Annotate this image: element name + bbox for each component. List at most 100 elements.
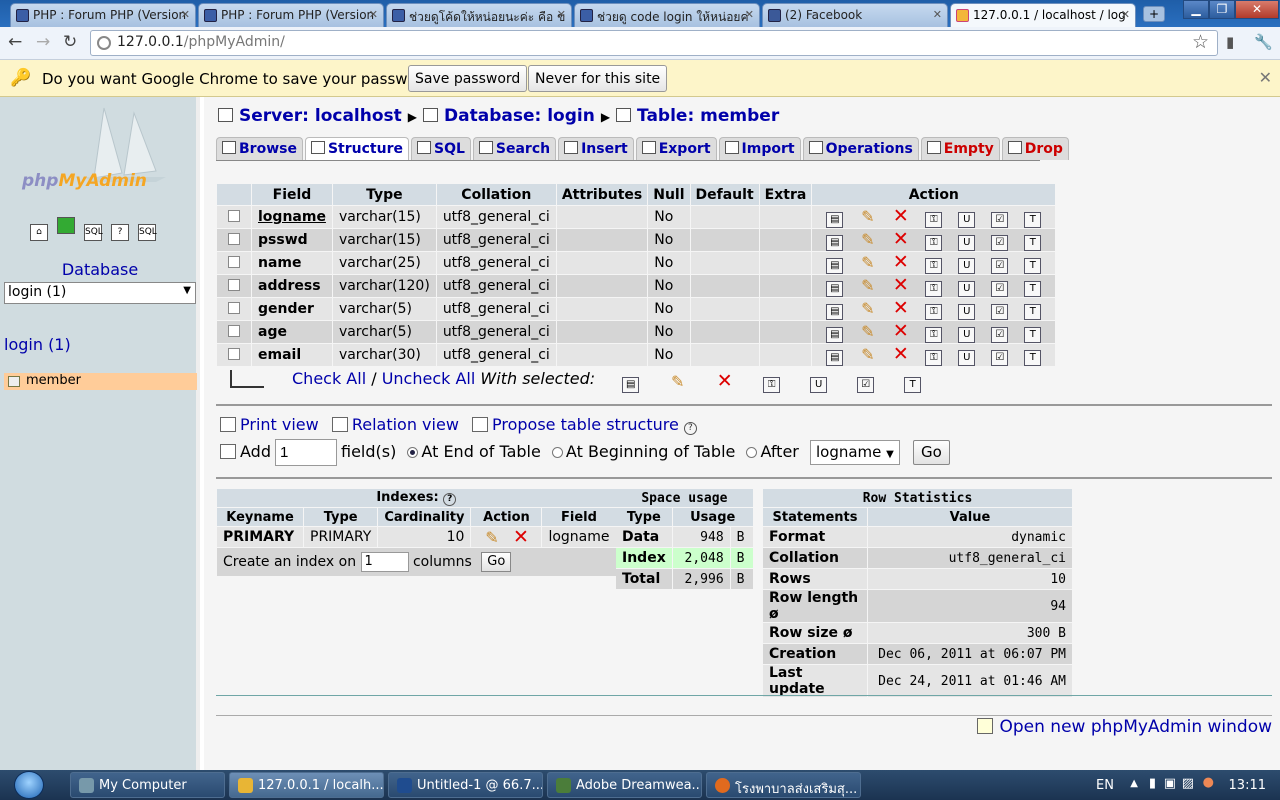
delete-icon[interactable]: ✕ xyxy=(892,229,909,248)
sql-query-icon[interactable]: SQL xyxy=(84,224,103,241)
start-button[interactable] xyxy=(14,771,44,799)
edit-icon[interactable]: ✎ xyxy=(859,208,876,226)
primary-icon[interactable]: ⚿ xyxy=(925,257,943,274)
index-columns-input[interactable]: 1 xyxy=(360,552,409,572)
tab-operations[interactable]: Operations xyxy=(802,137,919,160)
row-checkbox[interactable] xyxy=(228,348,240,360)
language-indicator[interactable]: EN xyxy=(1096,778,1114,793)
primary-icon[interactable]: ⚿ xyxy=(925,349,943,366)
index-icon[interactable]: ☑ xyxy=(991,280,1009,297)
index-icon[interactable]: ☑ xyxy=(991,349,1009,366)
network-icon[interactable]: ▣ xyxy=(1164,776,1176,791)
tab-drop[interactable]: Drop xyxy=(1001,137,1069,160)
browser-tab-2[interactable]: PHP : Forum PHP (Version ✕ xyxy=(198,3,384,27)
check-all-link[interactable]: Check All xyxy=(292,369,366,388)
unique-icon[interactable]: U xyxy=(810,377,828,393)
delete-icon[interactable]: ✕ xyxy=(716,372,733,391)
browser-tab-3[interactable]: ช่วยดูโค้ดให้หน่อยนะค่ะ คือ ข ✕ xyxy=(386,3,572,27)
unique-icon[interactable]: U xyxy=(958,303,976,320)
taskbar-item-dreamweaver[interactable]: Adobe Dreamwea... xyxy=(547,772,702,798)
fulltext-icon[interactable]: T xyxy=(1024,303,1042,320)
unique-icon[interactable]: U xyxy=(958,326,976,343)
after-field-select[interactable]: logname ▼ xyxy=(809,440,900,465)
at-end-radio[interactable] xyxy=(407,447,419,458)
create-index-go-button[interactable]: Go xyxy=(481,552,512,572)
browse-icon[interactable]: ▤ xyxy=(826,234,844,251)
edit-icon[interactable]: ✎ xyxy=(859,323,876,341)
row-checkbox[interactable] xyxy=(228,210,240,222)
tab-empty[interactable]: Empty xyxy=(920,137,1000,160)
close-icon[interactable]: ✕ xyxy=(745,8,754,21)
delete-icon[interactable]: ✕ xyxy=(892,206,909,225)
add-fields-go-button[interactable]: Go xyxy=(912,440,950,465)
taskbar-item-my-computer[interactable]: My Computer xyxy=(70,772,225,798)
save-password-button[interactable]: Save password xyxy=(408,65,528,92)
bookmark-star-icon[interactable]: ☆ xyxy=(1192,31,1209,53)
after-radio[interactable] xyxy=(746,447,758,458)
browser-tab-1[interactable]: PHP : Forum PHP (Version ✕ xyxy=(10,3,196,27)
primary-icon[interactable]: ⚿ xyxy=(763,377,781,393)
help-icon[interactable]: ? xyxy=(443,493,457,506)
tab-insert[interactable]: Insert xyxy=(558,137,634,160)
edit-icon[interactable]: ✎ xyxy=(859,254,876,272)
close-icon[interactable]: ✕ xyxy=(181,8,190,21)
edit-icon[interactable]: ✎ xyxy=(859,231,876,249)
wrench-icon[interactable]: 🔧 xyxy=(1254,33,1273,51)
tab-export[interactable]: Export xyxy=(635,137,717,160)
sql-docs-icon[interactable]: SQL xyxy=(138,224,157,241)
field-name[interactable]: logname xyxy=(258,209,326,225)
row-checkbox[interactable] xyxy=(228,256,240,268)
browse-icon[interactable]: ▤ xyxy=(622,377,640,393)
home-icon[interactable]: ⌂ xyxy=(30,224,48,241)
delete-icon[interactable]: ✕ xyxy=(892,321,909,340)
index-icon[interactable]: ☑ xyxy=(991,211,1009,228)
back-icon[interactable]: ← xyxy=(8,32,22,52)
index-icon[interactable]: ☑ xyxy=(857,377,875,393)
row-checkbox[interactable] xyxy=(228,302,240,314)
field-name[interactable]: psswd xyxy=(258,232,308,248)
field-name[interactable]: address xyxy=(258,278,321,294)
taskbar-item-chrome[interactable]: 127.0.0.1 / localh... xyxy=(229,772,384,798)
tab-sql[interactable]: SQL xyxy=(410,137,471,160)
primary-icon[interactable]: ⚿ xyxy=(925,326,943,343)
delete-icon[interactable]: ✕ xyxy=(892,298,909,317)
primary-icon[interactable]: ⚿ xyxy=(925,234,943,251)
signal-icon[interactable]: ▮ xyxy=(1226,33,1234,51)
edit-icon[interactable]: ✎ xyxy=(669,374,686,391)
never-save-button[interactable]: Never for this site xyxy=(528,65,668,92)
edit-icon[interactable]: ✎ xyxy=(859,346,876,364)
breadcrumb-server[interactable]: Server: localhost xyxy=(239,106,402,126)
unique-icon[interactable]: U xyxy=(958,257,976,274)
browse-icon[interactable]: ▤ xyxy=(826,303,844,320)
breadcrumb-table[interactable]: Table: member xyxy=(637,106,779,126)
taskbar-item-firefox[interactable]: โรงพาบาลส่งเสริมสุ... xyxy=(706,772,861,798)
clock[interactable]: 13:11 xyxy=(1229,778,1266,793)
edit-icon[interactable]: ✎ xyxy=(859,300,876,318)
sidebar-item-member[interactable]: member xyxy=(4,373,197,390)
unique-icon[interactable]: U xyxy=(958,349,976,366)
at-beginning-radio[interactable] xyxy=(551,447,563,458)
primary-icon[interactable]: ⚿ xyxy=(925,211,943,228)
app-tray-icon[interactable]: ● xyxy=(1203,775,1214,790)
fulltext-icon[interactable]: T xyxy=(1024,257,1042,274)
primary-icon[interactable]: ⚿ xyxy=(925,303,943,320)
uncheck-all-link[interactable]: Uncheck All xyxy=(382,369,476,388)
browse-icon[interactable]: ▤ xyxy=(826,280,844,297)
row-checkbox[interactable] xyxy=(228,279,240,291)
logout-icon[interactable] xyxy=(57,217,75,234)
network-signal-icon[interactable]: ▮ xyxy=(1149,776,1156,791)
browse-icon[interactable]: ▤ xyxy=(826,211,844,228)
relation-view-link[interactable]: Relation view xyxy=(352,415,459,434)
fulltext-icon[interactable]: T xyxy=(904,377,922,393)
close-icon[interactable]: ✕ xyxy=(369,8,378,21)
browse-icon[interactable]: ▤ xyxy=(826,257,844,274)
help-icon[interactable]: ? xyxy=(683,422,697,435)
index-icon[interactable]: ☑ xyxy=(991,326,1009,343)
browser-tab-4[interactable]: ช่วยดู code login ให้หน่อยค่ ✕ xyxy=(574,3,760,27)
open-new-window-link[interactable]: Open new phpMyAdmin window xyxy=(999,717,1272,737)
browse-icon[interactable]: ▤ xyxy=(826,349,844,366)
print-view-link[interactable]: Print view xyxy=(240,415,319,434)
index-icon[interactable]: ☑ xyxy=(991,303,1009,320)
fulltext-icon[interactable]: T xyxy=(1024,280,1042,297)
phpmyadmin-logo[interactable]: phpMyAdmin xyxy=(22,171,147,191)
